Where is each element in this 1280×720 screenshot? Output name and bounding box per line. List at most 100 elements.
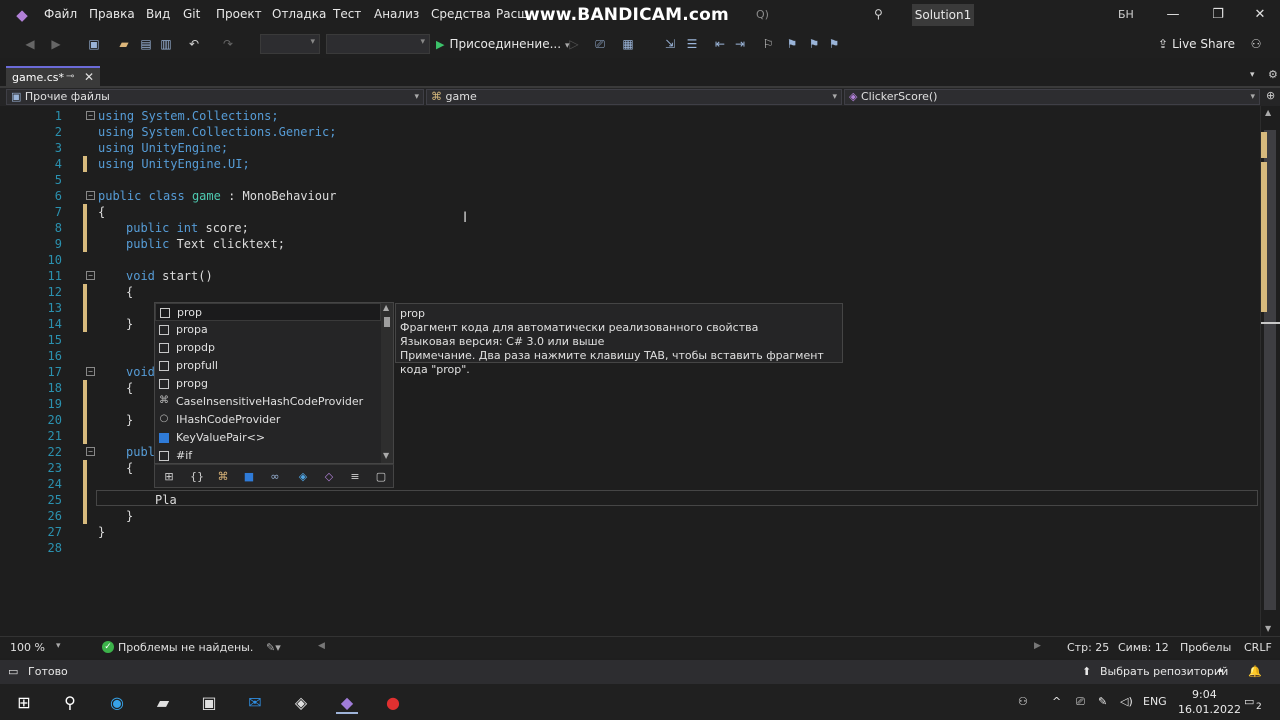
repo-dropdown-icon[interactable]: ▴ (1218, 665, 1223, 675)
tab-game-cs[interactable]: game.cs* ⊸ ✕ (6, 66, 100, 88)
fold-toggle-icon[interactable]: − (86, 447, 95, 456)
unity-hub-icon[interactable]: ◈ (290, 692, 312, 714)
editor-vertical-scrollbar[interactable]: ▲ ▼ (1260, 106, 1280, 636)
member-dropdown[interactable]: ◈ ClickerScore() ▾ (844, 89, 1260, 105)
scroll-right-icon[interactable]: ▶ (1034, 641, 1041, 651)
filter-methods-icon[interactable]: ◇ (321, 470, 337, 484)
filter-interfaces-icon[interactable]: ∞ (267, 470, 283, 484)
zoom-dropdown-icon[interactable]: ▾ (56, 641, 61, 651)
open-folder-icon[interactable]: ▰ (116, 36, 132, 52)
notifications-icon[interactable]: ▭ (1244, 695, 1254, 708)
user-avatar[interactable]: БН (1118, 8, 1134, 21)
outdent-icon[interactable]: ⇥ (732, 36, 748, 52)
zoom-level[interactable]: 100 % (10, 641, 45, 654)
run-without-debug-icon[interactable]: ▷ (566, 36, 582, 52)
attach-button[interactable]: ▶ Присоединение... ▾ (436, 36, 570, 52)
filter-snippets-icon[interactable]: ⊞ (161, 470, 177, 484)
store-icon[interactable]: ▣ (198, 692, 220, 714)
language-indicator[interactable]: ENG (1143, 695, 1167, 708)
bookmark-next-icon[interactable]: ⚑ (806, 36, 822, 52)
scroll-up-icon[interactable]: ▲ (383, 303, 389, 312)
search-icon[interactable]: ⚲ (874, 7, 888, 21)
save-icon[interactable]: ▤ (138, 36, 154, 52)
platform-select[interactable]: ▾ (326, 34, 430, 54)
fold-toggle-icon[interactable]: − (86, 111, 95, 120)
scroll-thumb[interactable] (384, 317, 390, 327)
scroll-down-icon[interactable]: ▼ (1265, 624, 1271, 633)
fold-toggle-icon[interactable]: − (86, 271, 95, 280)
scroll-up-icon[interactable]: ▲ (1265, 108, 1271, 117)
fold-toggle-icon[interactable]: − (86, 367, 95, 376)
menu-test[interactable]: Тест (333, 7, 361, 21)
menu-edit[interactable]: Правка (89, 7, 135, 21)
menu-file[interactable]: Файл (44, 7, 77, 21)
clock-time[interactable]: 9:04 (1192, 688, 1217, 701)
clock-date[interactable]: 16.01.2022 (1178, 703, 1241, 716)
bookmark-prev-icon[interactable]: ⚑ (784, 36, 800, 52)
close-icon[interactable]: ✕ (84, 70, 94, 84)
close-window-icon[interactable]: ✕ (1250, 6, 1270, 24)
step-icon[interactable]: ⇲ (662, 36, 678, 52)
undo-icon[interactable]: ↶ (186, 36, 202, 52)
browse-icon[interactable]: ⎚ (592, 36, 608, 52)
layout-icon[interactable]: ▦ (620, 36, 636, 52)
bandicam-icon[interactable]: ● (382, 692, 404, 714)
project-dropdown[interactable]: ▣ Прочие файлы ▾ (6, 89, 424, 105)
bookmark-clear-icon[interactable]: ⚑ (826, 36, 842, 52)
completion-scrollbar[interactable]: ▲ ▼ (381, 303, 393, 463)
line-indicator[interactable]: Стр: 25 (1067, 641, 1109, 654)
visual-studio-icon[interactable]: ◆ (336, 692, 358, 714)
volume-icon[interactable]: ◁) (1120, 695, 1133, 708)
select-repository-button[interactable]: Выбрать репозиторий (1100, 665, 1228, 678)
filter-namespaces-icon[interactable]: {} (189, 470, 205, 484)
save-all-icon[interactable]: ▥ (158, 36, 174, 52)
code-cleanup-icon[interactable]: ✎▾ (266, 641, 281, 654)
live-share-button[interactable]: ⇪ Live Share (1158, 37, 1235, 51)
forward-icon[interactable]: ▶ (48, 36, 64, 52)
menu-debug[interactable]: Отладка (272, 7, 326, 21)
split-icon[interactable]: ⊕ (1266, 89, 1275, 102)
problems-status[interactable]: Проблемы не найдены. (118, 641, 253, 654)
menu-project[interactable]: Проект (216, 7, 262, 21)
completion-item[interactable]: propg (155, 375, 381, 393)
menu-view[interactable]: Вид (146, 7, 170, 21)
scroll-left-icon[interactable]: ◀ (318, 641, 325, 651)
output-icon[interactable]: ▭ (8, 665, 18, 678)
completion-item[interactable]: ⌘ CaseInsensitiveHashCodeProvider (155, 393, 381, 411)
completion-item[interactable]: propa (155, 321, 381, 339)
bookmark-icon[interactable]: ⚐ (760, 36, 776, 52)
column-indicator[interactable]: Симв: 12 (1118, 641, 1169, 654)
menu-tools[interactable]: Средства (431, 7, 491, 21)
edge-icon[interactable]: ◉ (106, 692, 128, 714)
indent-icon[interactable]: ⇤ (712, 36, 728, 52)
back-icon[interactable]: ◀ (22, 36, 38, 52)
windows-start-icon[interactable]: ⊞ (13, 692, 35, 714)
completion-item[interactable]: propfull (155, 357, 381, 375)
feedback-icon[interactable]: ⚇ (1248, 36, 1264, 52)
completion-item-prop[interactable]: prop (155, 303, 381, 321)
network-icon[interactable]: ⎚ (1076, 695, 1085, 709)
menu-analyze[interactable]: Анализ (374, 7, 419, 21)
comment-icon[interactable]: ☰ (684, 36, 700, 52)
notifications-icon[interactable]: 🔔 (1248, 665, 1262, 678)
menu-git[interactable]: Git (183, 7, 200, 21)
configuration-select[interactable]: ▾ (260, 34, 320, 54)
completion-item[interactable]: propdp (155, 339, 381, 357)
completion-item[interactable]: ○ IHashCodeProvider (155, 411, 381, 429)
scroll-down-icon[interactable]: ▼ (383, 451, 389, 460)
tab-overflow-icon[interactable]: ▾ (1250, 70, 1255, 80)
pin-icon[interactable]: ⊸ (66, 71, 74, 82)
line-ending-indicator[interactable]: CRLF (1244, 641, 1272, 654)
fold-toggle-icon[interactable]: − (86, 191, 95, 200)
new-project-icon[interactable]: ▣ (86, 36, 102, 52)
filter-enums-icon[interactable]: ◈ (295, 470, 311, 484)
filter-classes-icon[interactable]: ⌘ (215, 470, 231, 484)
search-box[interactable]: Q) (756, 8, 769, 21)
search-icon[interactable]: ⚲ (59, 692, 81, 714)
filter-fields-icon[interactable]: ≡ (347, 470, 363, 484)
class-dropdown[interactable]: ⌘ game ▾ (426, 89, 842, 105)
pen-icon[interactable]: ✎ (1098, 695, 1107, 708)
restore-icon[interactable]: ❐ (1208, 6, 1228, 24)
completion-item[interactable]: KeyValuePair<> (155, 429, 381, 447)
visual-studio-logo-icon[interactable]: ◆ (12, 6, 32, 24)
